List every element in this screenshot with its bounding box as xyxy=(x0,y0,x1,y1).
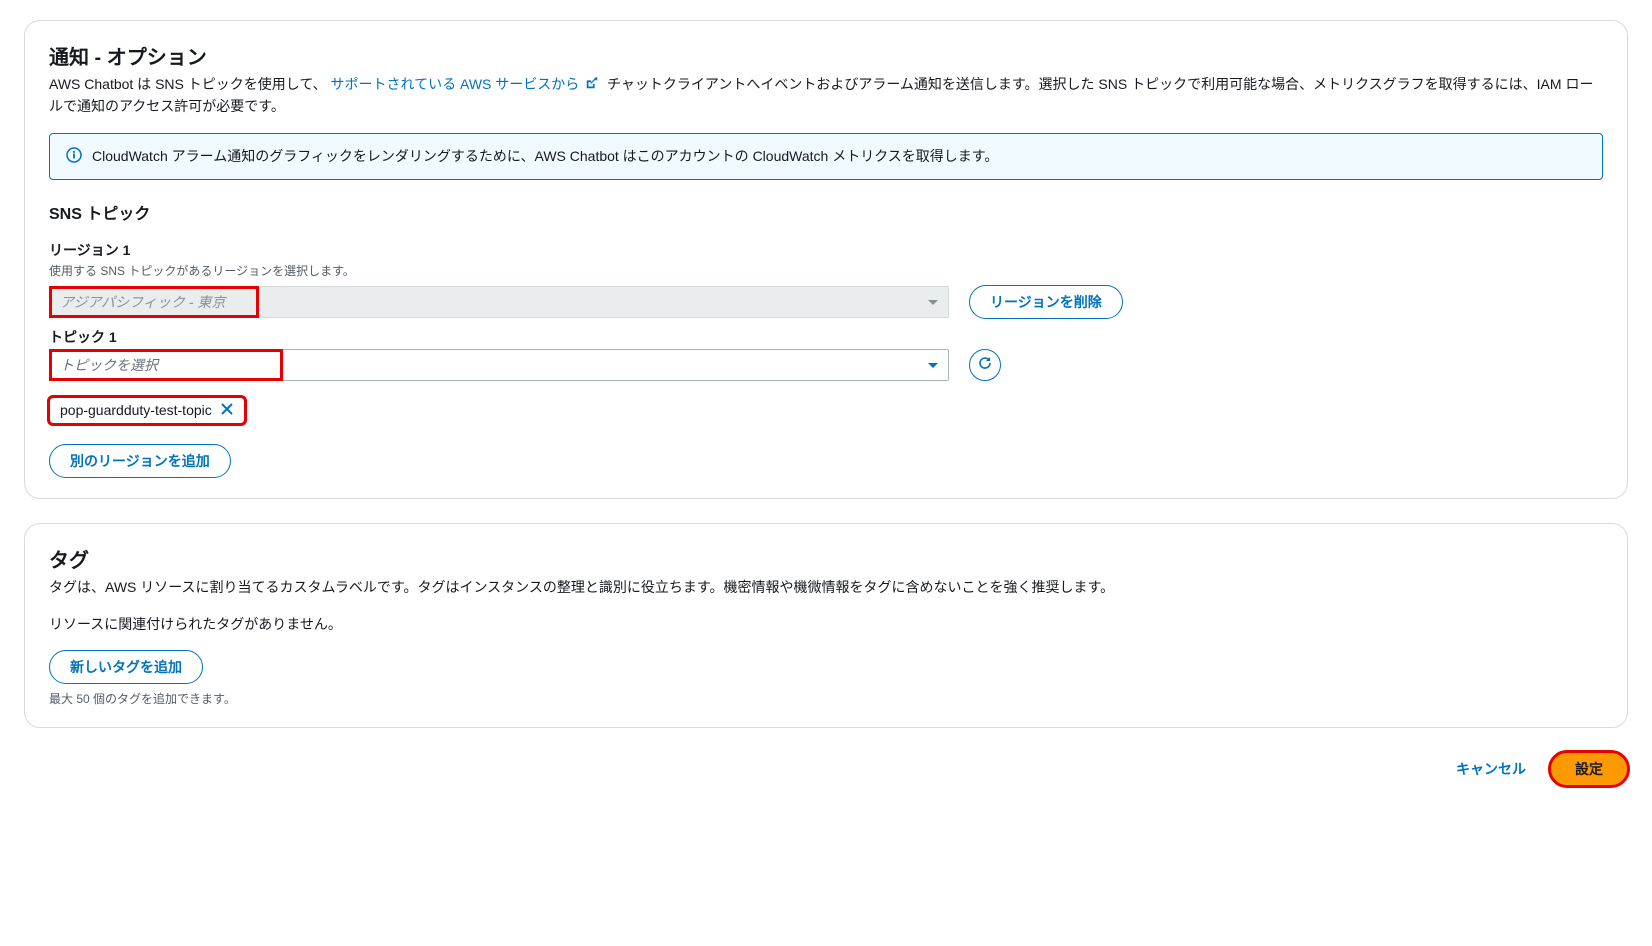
remove-topic-button[interactable] xyxy=(220,402,234,419)
refresh-button[interactable] xyxy=(969,349,1001,381)
region-select-wrapper: アジアパシフィック - 東京 xyxy=(49,286,949,318)
notifications-panel: 通知 - オプション AWS Chatbot は SNS トピックを使用して、 … xyxy=(24,20,1628,499)
cancel-button[interactable]: キャンセル xyxy=(1444,753,1538,785)
topic-field: トピック 1 トピックを選択 xyxy=(49,327,1603,381)
add-tag-button[interactable]: 新しいタグを追加 xyxy=(49,650,203,684)
sns-topics-heading: SNS トピック xyxy=(49,200,1603,224)
supported-services-link[interactable]: サポートされている AWS サービスから xyxy=(331,76,580,92)
delete-region-button[interactable]: リージョンを削除 xyxy=(969,285,1123,319)
tags-limit-message: 最大 50 個のタグを追加できます。 xyxy=(49,690,1603,707)
info-text: CloudWatch アラーム通知のグラフィックをレンダリングするために、AWS… xyxy=(92,146,998,167)
topic-select-wrapper: トピックを選択 xyxy=(49,349,949,381)
close-icon xyxy=(220,402,234,419)
info-icon xyxy=(66,147,82,166)
selected-topic-chip: pop-guardduty-test-topic xyxy=(49,397,245,424)
region-label: リージョン 1 xyxy=(49,240,1603,260)
tags-empty-message: リソースに関連付けられたタグがありません。 xyxy=(49,614,1603,634)
submit-button[interactable]: 設定 xyxy=(1550,752,1628,786)
external-link-icon xyxy=(585,75,599,96)
tags-panel: タグ タグは、AWS リソースに割り当てるカスタムラベルです。タグはインスタンス… xyxy=(24,523,1628,728)
region-select[interactable]: アジアパシフィック - 東京 xyxy=(49,286,949,318)
selected-topic-chip-wrapper: pop-guardduty-test-topic xyxy=(49,389,245,444)
region-hint: 使用する SNS トピックがあるリージョンを選択します。 xyxy=(49,262,1603,279)
cloudwatch-info-box: CloudWatch アラーム通知のグラフィックをレンダリングするために、AWS… xyxy=(49,133,1603,180)
chip-label: pop-guardduty-test-topic xyxy=(60,402,212,418)
region-field: リージョン 1 使用する SNS トピックがあるリージョンを選択します。 アジア… xyxy=(49,240,1603,319)
notifications-title: 通知 - オプション xyxy=(49,41,1603,70)
footer-actions: キャンセル 設定 xyxy=(24,752,1628,786)
notifications-description: AWS Chatbot は SNS トピックを使用して、 サポートされている A… xyxy=(49,74,1603,117)
topic-label: トピック 1 xyxy=(49,327,1603,347)
tags-description: タグは、AWS リソースに割り当てるカスタムラベルです。タグはインスタンスの整理… xyxy=(49,577,1603,598)
refresh-icon xyxy=(977,355,993,374)
tags-title: タグ xyxy=(49,544,1603,573)
topic-select[interactable]: トピックを選択 xyxy=(49,349,949,381)
add-region-button[interactable]: 別のリージョンを追加 xyxy=(49,444,231,478)
